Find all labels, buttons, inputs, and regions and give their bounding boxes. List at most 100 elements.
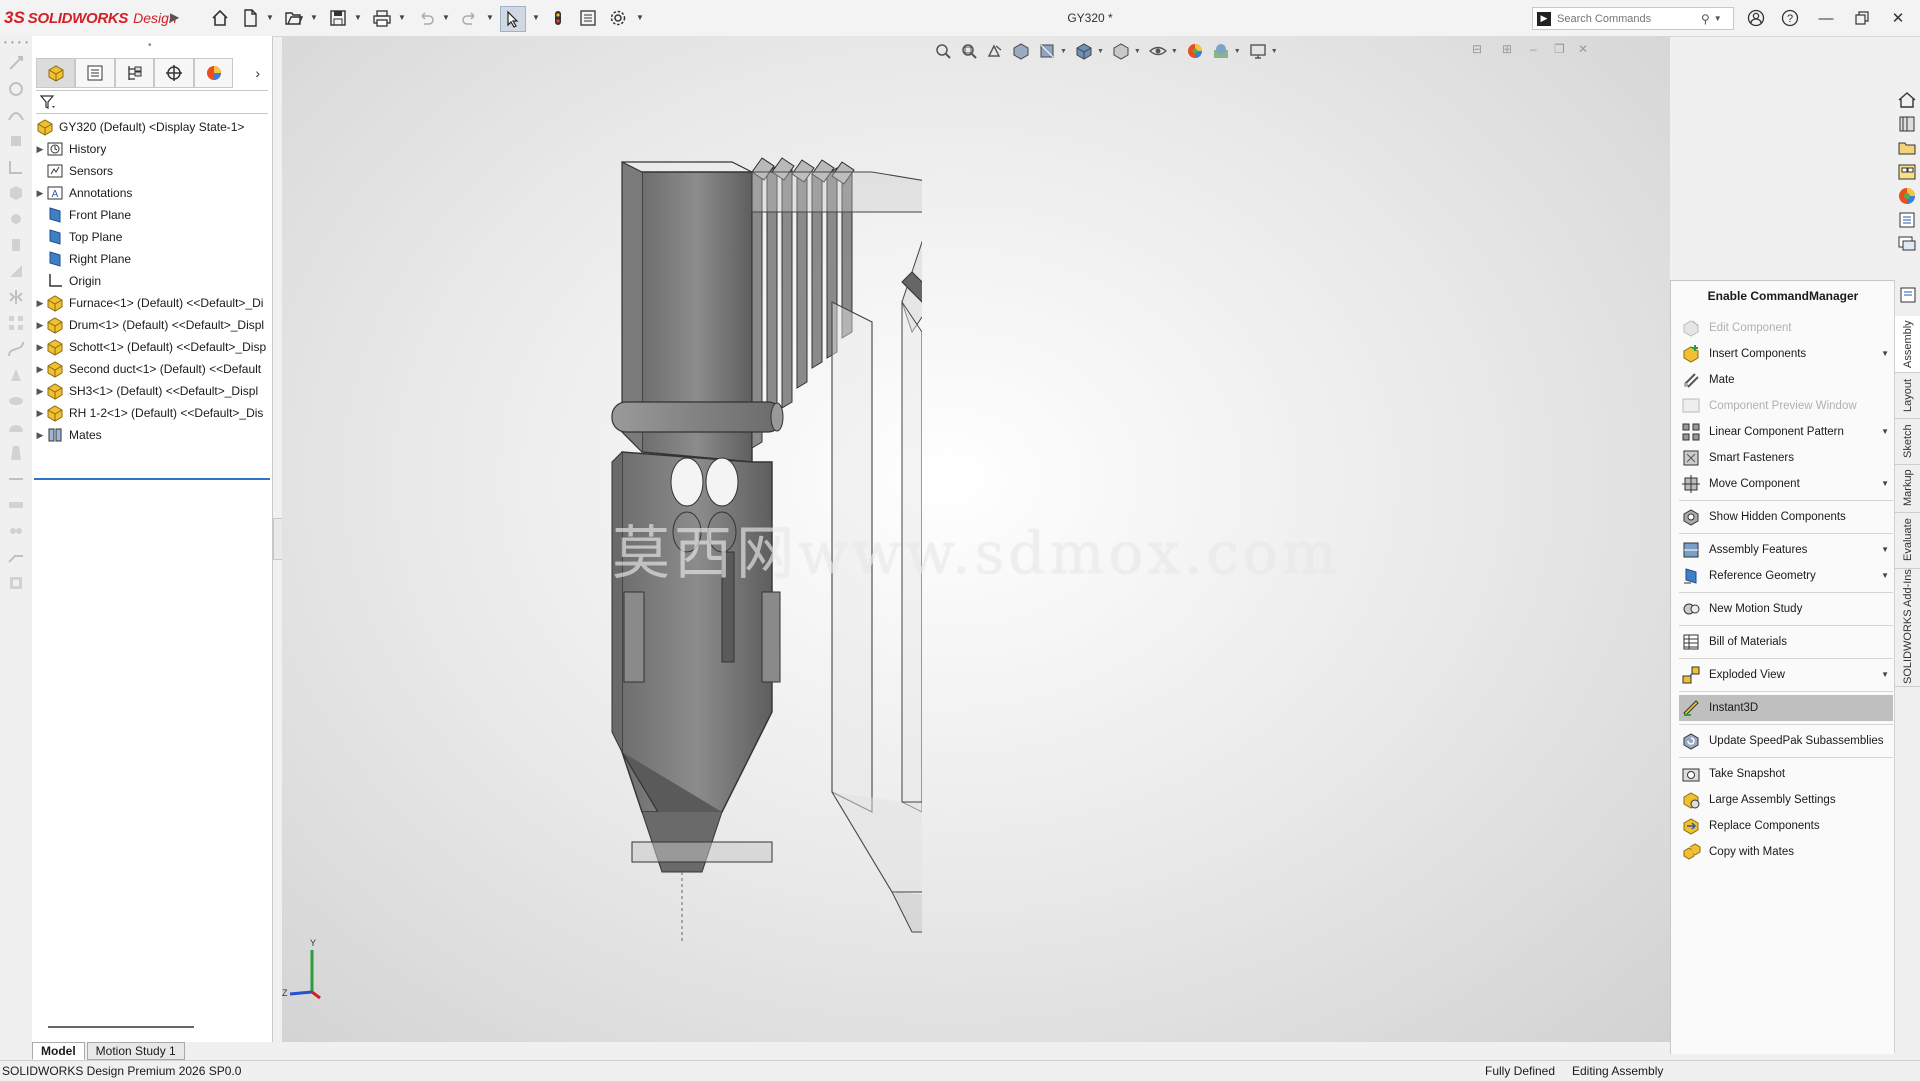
show-hidden-components-button[interactable]: Show Hidden Components — [1679, 504, 1893, 530]
tree-item-rh-1-2[interactable]: ▶ RH 1-2<1> (Default) <<Default>_Dis — [34, 402, 270, 424]
options-gear-icon[interactable] — [606, 6, 630, 30]
take-snapshot-button[interactable]: Take Snapshot — [1679, 761, 1893, 787]
tree-item-drum[interactable]: ▶ Drum<1> (Default) <<Default>_Displ — [34, 314, 270, 336]
fillet-tool-icon[interactable] — [7, 158, 25, 176]
linear-component-pattern-button[interactable]: Linear Component Pattern ▼ — [1679, 419, 1893, 445]
section-view-icon[interactable] — [1010, 41, 1032, 61]
user-account-icon[interactable] — [1744, 6, 1768, 30]
view-settings-icon[interactable] — [1247, 41, 1269, 61]
tree-item-history[interactable]: ▶ History — [34, 138, 270, 160]
select-icon[interactable] — [500, 6, 526, 32]
rebuild-icon[interactable] — [546, 6, 570, 30]
split-tool-icon[interactable] — [7, 470, 25, 488]
tree-item-sh3[interactable]: ▶ SH3<1> (Default) <<Default>_Displ — [34, 380, 270, 402]
move-component-dropdown-icon[interactable]: ▼ — [1881, 479, 1889, 488]
tree-item-sensors[interactable]: Sensors — [34, 160, 270, 182]
reference-geometry-button[interactable]: Reference Geometry ▼ — [1679, 563, 1893, 589]
zoom-to-area-icon[interactable] — [958, 41, 980, 61]
bill-of-materials-button[interactable]: Bill of Materials — [1679, 629, 1893, 655]
home-icon[interactable] — [208, 6, 232, 30]
loft-tool-icon[interactable] — [7, 366, 25, 384]
tab-markup[interactable]: Markup — [1895, 464, 1920, 513]
expand-arrow-icon[interactable]: ▶ — [34, 342, 46, 353]
expand-arrow-icon[interactable]: ▶ — [34, 144, 46, 155]
assembly-features-button[interactable]: Assembly Features ▼ — [1679, 537, 1893, 563]
smart-fasteners-button[interactable]: Smart Fasteners — [1679, 445, 1893, 471]
cut-tool-icon[interactable] — [7, 210, 25, 228]
tab-motion-study-1[interactable]: Motion Study 1 — [86, 1042, 185, 1060]
customize-commandmanager-icon[interactable] — [1899, 286, 1917, 304]
expand-arrow-icon[interactable]: ▶ — [34, 386, 46, 397]
exploded-view-button[interactable]: Exploded View ▼ — [1679, 662, 1893, 688]
strip-grip-icon[interactable]: • • • • — [4, 38, 29, 47]
pattern-tool-icon[interactable] — [7, 314, 25, 332]
search-input[interactable] — [1555, 11, 1699, 26]
custom-properties-icon[interactable] — [1897, 210, 1917, 230]
hide-show-dropdown-icon[interactable]: ▼ — [1171, 48, 1178, 55]
expand-arrow-icon[interactable]: ▶ — [34, 408, 46, 419]
tab-dimxpert-manager[interactable] — [154, 58, 194, 88]
new-dropdown-icon[interactable]: ▼ — [266, 13, 274, 22]
sheet-metal-tool-icon[interactable] — [7, 548, 25, 566]
weld-tool-icon[interactable] — [7, 522, 25, 540]
hide-show-items-icon[interactable] — [1147, 41, 1169, 61]
orientation-dropdown-icon[interactable]: ▼ — [1097, 48, 1104, 55]
command-manager-title[interactable]: Enable CommandManager — [1671, 289, 1895, 303]
viewport-minimize-icon[interactable]: – — [1530, 42, 1537, 58]
view-orientation-icon[interactable] — [1073, 41, 1095, 61]
graphics-viewport[interactable]: ▼ ▼ ▼ ▼ ▼ ▼ ⊟ ⊞ – ❐ ✕ 莫西网www.sdmox.com Y… — [282, 36, 1670, 1042]
tab-layout[interactable]: Layout — [1895, 372, 1920, 419]
view-palette-icon[interactable] — [1897, 162, 1917, 182]
draft-tool-icon[interactable] — [7, 444, 25, 462]
restore-icon[interactable] — [1850, 6, 1874, 30]
tabs-more-chevron-icon[interactable]: › — [247, 58, 268, 88]
solidworks-forum-icon[interactable] — [1897, 234, 1917, 254]
hole-tool-icon[interactable] — [7, 236, 25, 254]
insert-components-dropdown-icon[interactable]: ▼ — [1881, 349, 1889, 358]
search-commands-box[interactable]: ▶ ⚲ ▼ — [1532, 7, 1734, 30]
tree-item-mates[interactable]: ▶ Mates — [34, 424, 270, 446]
save-icon[interactable] — [326, 6, 350, 30]
expand-arrow-icon[interactable]: ▶ — [34, 364, 46, 375]
new-document-icon[interactable] — [238, 6, 262, 30]
sweep-tool-icon[interactable] — [7, 340, 25, 358]
tab-sketch[interactable]: Sketch — [1895, 418, 1920, 465]
minimize-icon[interactable]: — — [1814, 6, 1838, 30]
view-settings-dropdown-icon[interactable]: ▼ — [1271, 48, 1278, 55]
undo-icon[interactable] — [414, 6, 438, 30]
mold-tool-icon[interactable] — [7, 574, 25, 592]
viewport-collapse-left-icon[interactable]: ⊟ — [1472, 42, 1482, 58]
appearances-scenes-icon[interactable] — [1897, 186, 1917, 206]
apply-scene-icon[interactable] — [1210, 41, 1232, 61]
design-library-icon[interactable] — [1897, 114, 1917, 134]
dome-tool-icon[interactable] — [7, 418, 25, 436]
curve-tool-icon[interactable] — [7, 106, 25, 124]
wrap-tool-icon[interactable] — [7, 392, 25, 410]
tab-solidworks-add-ins[interactable]: SOLIDWORKS Add-Ins — [1895, 568, 1920, 687]
tree-root-assembly[interactable]: GY320 (Default) <Display State-1> — [34, 116, 270, 138]
update-speedpak-button[interactable]: Update SpeedPak Subassemblies — [1679, 728, 1893, 754]
scene-dropdown-icon[interactable]: ▼ — [1234, 48, 1241, 55]
tab-display-manager[interactable] — [193, 58, 234, 88]
copy-with-mates-button[interactable]: Copy with Mates — [1679, 839, 1893, 865]
search-dropdown-icon[interactable]: ▼ — [1714, 14, 1722, 23]
rotate-tool-icon[interactable] — [7, 80, 25, 98]
tree-item-front-plane[interactable]: Front Plane — [34, 204, 270, 226]
print-icon[interactable] — [370, 6, 394, 30]
redo-icon[interactable] — [458, 6, 482, 30]
select-dropdown-icon[interactable]: ▼ — [532, 13, 540, 22]
horizontal-scrollbar[interactable] — [48, 1026, 194, 1028]
print-dropdown-icon[interactable]: ▼ — [398, 13, 406, 22]
tree-item-schott[interactable]: ▶ Schott<1> (Default) <<Default>_Disp — [34, 336, 270, 358]
expand-arrow-icon[interactable]: ▶ — [34, 298, 46, 309]
component-preview-window-button[interactable]: Component Preview Window — [1679, 393, 1893, 419]
exploded-view-dropdown-icon[interactable]: ▼ — [1881, 670, 1889, 679]
linear-pattern-dropdown-icon[interactable]: ▼ — [1881, 427, 1889, 436]
new-motion-study-button[interactable]: New Motion Study — [1679, 596, 1893, 622]
display-style-icon[interactable] — [1110, 41, 1132, 61]
file-properties-icon[interactable] — [576, 6, 600, 30]
measure-tool-icon[interactable] — [7, 496, 25, 514]
move-component-button[interactable]: Move Component ▼ — [1679, 471, 1893, 497]
zoom-to-fit-icon[interactable] — [932, 41, 954, 61]
redo-dropdown-icon[interactable]: ▼ — [486, 13, 494, 22]
